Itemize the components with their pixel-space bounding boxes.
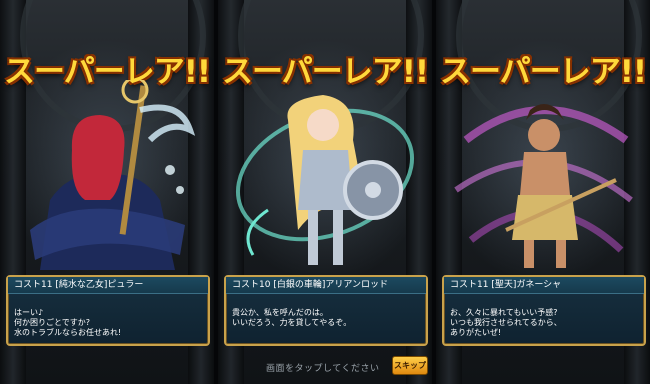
gacha-result-panel-3: スーパーレア!! コスト11 [聖天]ガネーシャ お、久々に暴れてもいい予感? … xyxy=(436,0,650,384)
gacha-result-panel-2: スーパーレア!! コスト10 [白銀の車輪]アリアンロッド 貴公か、私を呼んだの… xyxy=(218,0,432,384)
quote-line: いいだろう、力を貸してやるぞ。 xyxy=(232,318,352,327)
skip-button[interactable]: スキップ xyxy=(392,356,428,375)
quote-line: 何か困りごとですか? xyxy=(14,318,91,327)
quote-line: ありがたいぜ! xyxy=(450,328,502,337)
quote-line: 水のトラブルならお任せあれ! xyxy=(14,328,122,337)
character-name-header: コスト11 [聖天]ガネーシャ xyxy=(444,277,644,294)
character-art-pyura xyxy=(30,80,196,270)
character-info-box: コスト11 [純水な乙女]ピュラー はーい♪ 何か困りごとですか? 水のトラブル… xyxy=(6,275,210,346)
character-info-box: コスト11 [聖天]ガネーシャ お、久々に暴れてもいい予感? いつも我行させられ… xyxy=(442,275,646,346)
quote-line: はーい♪ xyxy=(14,308,44,317)
character-quote: お、久々に暴れてもいい予感? いつも我行させられてるから、 ありがたいぜ! xyxy=(444,294,644,338)
character-name-header: コスト10 [白銀の車輪]アリアンロッド xyxy=(226,277,426,294)
character-art-ganesha xyxy=(454,104,633,268)
gacha-result-panel-1: スーパーレア!! コスト11 [純水な乙女]ピュラー はーい♪ 何か困りごとです… xyxy=(0,0,214,384)
character-quote: はーい♪ 何か困りごとですか? 水のトラブルならお任せあれ! xyxy=(8,294,208,338)
character-info-box: コスト10 [白銀の車輪]アリアンロッド 貴公か、私を呼んだのは。 いいだろう、… xyxy=(224,275,428,346)
quote-line: 貴公か、私を呼んだのは。 xyxy=(232,308,328,317)
character-quote: 貴公か、私を呼んだのは。 いいだろう、力を貸してやるぞ。 xyxy=(226,294,426,328)
tap-screen-hint: 画面をタップしてください xyxy=(266,364,380,374)
quote-line: いつも我行させられてるから、 xyxy=(450,318,562,327)
character-name-header: コスト11 [純水な乙女]ピュラー xyxy=(8,277,208,294)
quote-line: お、久々に暴れてもいい予感? xyxy=(450,308,558,317)
character-art-arianrhod xyxy=(235,95,415,265)
